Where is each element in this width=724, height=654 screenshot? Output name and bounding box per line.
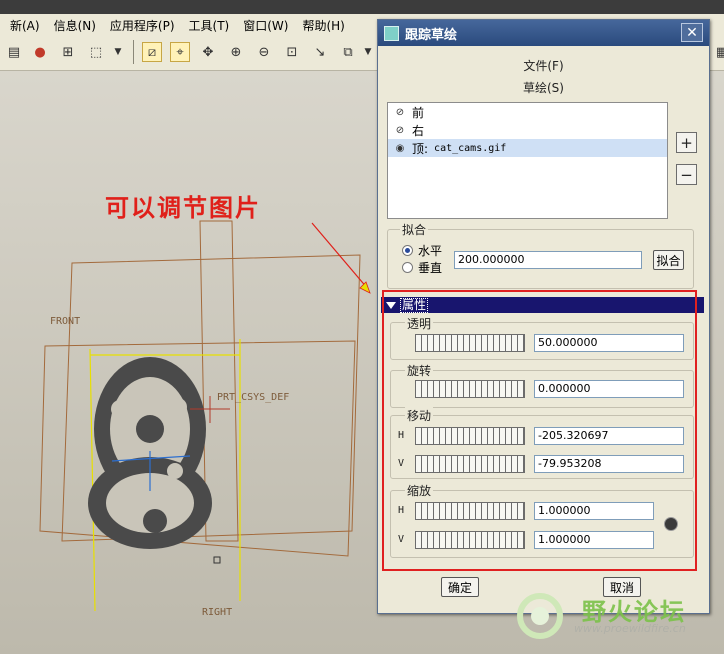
move-h-value-field[interactable]: -205.320697 bbox=[534, 427, 684, 445]
zoom-in-icon[interactable]: ⊕ bbox=[226, 42, 246, 62]
move-v-label: V bbox=[398, 458, 405, 469]
dialog-menu-sketch[interactable]: 草绘(S) bbox=[378, 79, 709, 96]
refit-icon[interactable]: ⊡ bbox=[282, 42, 302, 62]
find-icon[interactable]: ⊞ bbox=[58, 42, 78, 62]
menu-item-help[interactable]: 帮助(H) bbox=[302, 17, 344, 34]
scale-h-thumbwheel[interactable] bbox=[415, 502, 525, 520]
forum-watermark: 野火论坛 www.proewildfire.cn bbox=[512, 588, 724, 654]
remove-layer-button[interactable]: − bbox=[676, 164, 697, 185]
move-h-label: H bbox=[398, 430, 405, 441]
transparency-label: 透明 bbox=[405, 315, 434, 332]
toolbar-overflow-icon[interactable]: ▦ bbox=[712, 42, 724, 62]
datum-handle bbox=[213, 556, 221, 564]
lock-aspect-icon[interactable] bbox=[664, 517, 678, 531]
front-plane-label: FRONT bbox=[50, 316, 81, 327]
fit-button[interactable]: 拟合 bbox=[653, 250, 684, 270]
ok-button[interactable]: 确定 bbox=[441, 577, 479, 597]
trace-sketch-dialog: 跟踪草绘 ✕ 文件(F) 草绘(S) ⊘ 前 ⊘ 右 ◉ 顶: cat_cams… bbox=[377, 19, 710, 614]
scale-v-thumbwheel[interactable] bbox=[415, 531, 525, 549]
csys-label: PRT_CSYS_DEF bbox=[217, 392, 290, 403]
layer-name: 顶: bbox=[412, 141, 429, 156]
sketch-view-icon[interactable]: ⧄ bbox=[142, 42, 162, 62]
add-layer-button[interactable]: + bbox=[676, 132, 697, 153]
eye-hidden-icon[interactable]: ⊘ bbox=[392, 124, 408, 136]
properties-header[interactable]: 属性 bbox=[381, 297, 704, 313]
rotation-value-field[interactable]: 0.000000 bbox=[534, 380, 684, 398]
menu-item-applications[interactable]: 应用程序(P) bbox=[110, 17, 175, 34]
dialog-menu-file[interactable]: 文件(F) bbox=[378, 57, 709, 74]
annotation-text: 可以调节图片 bbox=[105, 193, 261, 222]
transparency-thumbwheel[interactable] bbox=[415, 334, 525, 352]
layer-row-top[interactable]: ◉ 顶: cat_cams.gif bbox=[388, 139, 667, 157]
close-icon[interactable]: ✕ bbox=[681, 23, 703, 42]
menu-item-new[interactable]: 新(A) bbox=[10, 17, 40, 34]
views-dropdown-icon[interactable]: ▼ bbox=[358, 42, 378, 62]
collapse-triangle-icon bbox=[386, 301, 396, 309]
menu-item-info[interactable]: 信息(N) bbox=[54, 17, 96, 34]
watermark-logo-icon bbox=[517, 593, 563, 639]
horizontal-radio[interactable] bbox=[402, 245, 413, 256]
properties-header-label: 属性 bbox=[400, 297, 429, 313]
dropdown-arrow-icon[interactable]: ▼ bbox=[108, 42, 128, 62]
fit-value-field[interactable]: 200.000000 bbox=[454, 251, 642, 269]
right-plane-label: RIGHT bbox=[202, 607, 233, 618]
spin-center-icon[interactable]: ⌖ bbox=[170, 42, 190, 62]
eye-visible-icon[interactable]: ◉ bbox=[392, 142, 408, 154]
scale-v-label: V bbox=[398, 534, 405, 545]
toolbar-separator bbox=[133, 40, 134, 64]
move-h-thumbwheel[interactable] bbox=[415, 427, 525, 445]
reorient-icon[interactable]: ↘ bbox=[310, 42, 330, 62]
watermark-url: www.proewildfire.cn bbox=[574, 622, 686, 635]
dialog-title-bar[interactable]: 跟踪草绘 ✕ bbox=[378, 20, 709, 46]
layer-name: 前 bbox=[412, 105, 425, 120]
orient-icon[interactable]: ✥ bbox=[198, 42, 218, 62]
layer-row-front[interactable]: ⊘ 前 bbox=[388, 103, 667, 121]
scale-label: 缩放 bbox=[405, 482, 434, 499]
rotation-label: 旋转 bbox=[405, 362, 434, 379]
layer-name: 右 bbox=[412, 123, 425, 138]
move-v-value-field[interactable]: -79.953208 bbox=[534, 455, 684, 473]
scale-h-value-field[interactable]: 1.000000 bbox=[534, 502, 654, 520]
layer-image-file: cat_cams.gif bbox=[434, 142, 507, 154]
dialog-title: 跟踪草绘 bbox=[405, 27, 458, 43]
sketch-reference-line bbox=[89, 348, 96, 612]
app-title-bar bbox=[0, 0, 724, 14]
fit-group-label: 拟合 bbox=[400, 221, 429, 238]
move-label: 移动 bbox=[405, 407, 434, 424]
vertical-label: 垂直 bbox=[418, 261, 443, 275]
menu-item-window[interactable]: 窗口(W) bbox=[243, 17, 288, 34]
scale-v-value-field[interactable]: 1.000000 bbox=[534, 531, 654, 549]
eye-hidden-icon[interactable]: ⊘ bbox=[392, 106, 408, 118]
layer-list[interactable]: ⊘ 前 ⊘ 右 ◉ 顶: cat_cams.gif bbox=[387, 102, 668, 219]
menu-item-tools[interactable]: 工具(T) bbox=[189, 17, 230, 34]
scale-h-label: H bbox=[398, 505, 405, 516]
saved-views-icon[interactable]: ⧉ bbox=[338, 42, 358, 62]
transparency-value-field[interactable]: 50.000000 bbox=[534, 334, 684, 352]
layer-row-right[interactable]: ⊘ 右 bbox=[388, 121, 667, 139]
vertical-radio[interactable] bbox=[402, 262, 413, 273]
select-box-icon[interactable]: ⬚ bbox=[86, 42, 106, 62]
zoom-out-icon[interactable]: ⊖ bbox=[254, 42, 274, 62]
regenerate-icon[interactable]: ● bbox=[30, 42, 50, 62]
move-v-thumbwheel[interactable] bbox=[415, 455, 525, 473]
horizontal-label: 水平 bbox=[418, 244, 443, 258]
dialog-app-icon bbox=[384, 25, 399, 41]
rotation-thumbwheel[interactable] bbox=[415, 380, 525, 398]
annotation-arrow bbox=[311, 222, 371, 294]
paste-icon[interactable]: ▤ bbox=[4, 42, 24, 62]
